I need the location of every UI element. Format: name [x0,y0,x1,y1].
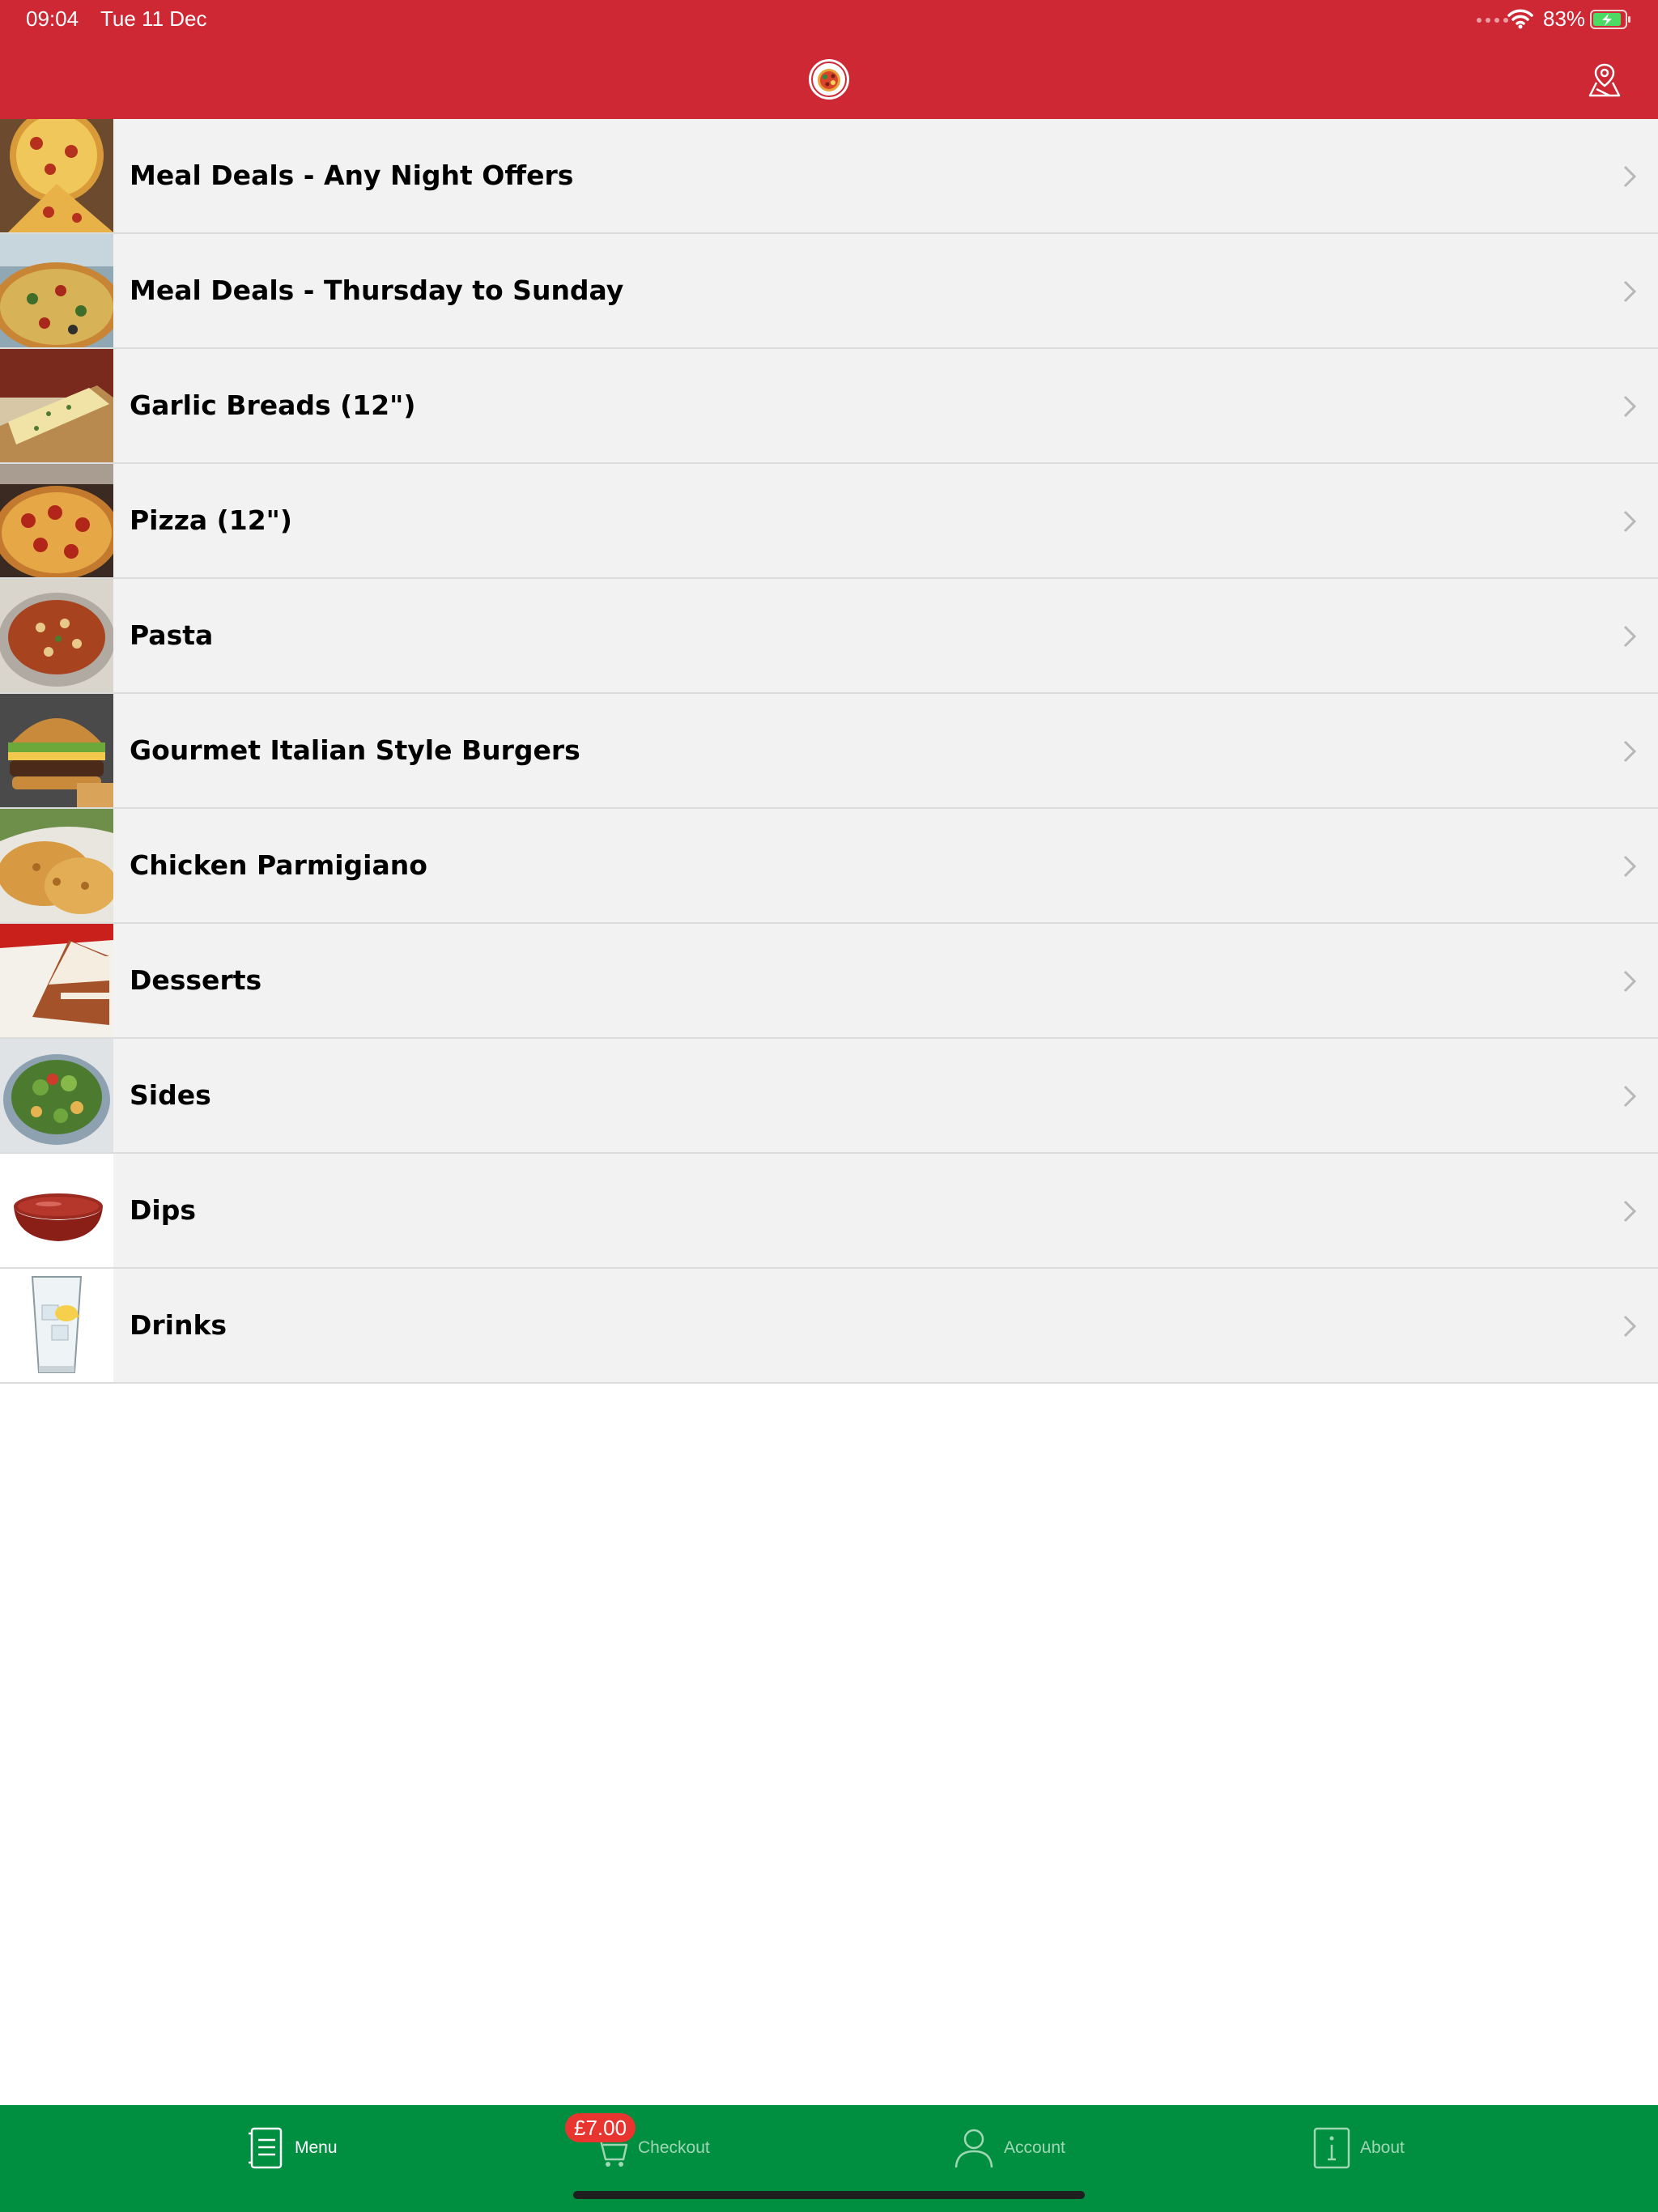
category-row[interactable]: Desserts [0,924,1658,1039]
category-row[interactable]: Dips [0,1154,1658,1269]
pizza-logo-icon [809,59,849,100]
burger-thumbnail [0,694,113,807]
signal-dots-icon [1477,18,1508,23]
status-date: Tue 11 Dec [100,6,207,31]
category-row[interactable]: Gourmet Italian Style Burgers [0,694,1658,809]
chevron-right-icon [1623,395,1637,418]
category-row[interactable]: Meal Deals - Any Night Offers [0,119,1658,234]
chevron-right-icon [1623,1085,1637,1108]
category-label: Gourmet Italian Style Burgers [130,734,580,766]
sides-thumbnail [0,1039,113,1152]
chevron-right-icon [1623,1315,1637,1338]
cart-total-badge: £7.00 [565,2113,636,2142]
category-row[interactable]: Drinks [0,1269,1658,1384]
category-label: Pizza (12") [130,504,292,536]
chevron-right-icon [1623,740,1637,763]
chevron-right-icon [1623,970,1637,993]
category-label: Chicken Parmigiano [130,849,427,881]
chevron-right-icon [1623,510,1637,533]
menu-category-list: Meal Deals - Any Night Offers Meal Deals… [0,119,1658,1384]
category-label: Sides [130,1079,211,1111]
status-time: 09:04 [26,6,79,31]
tab-label-about: About [1360,2138,1405,2157]
top-bar: 09:04 Tue 11 Dec 83% [0,0,1658,119]
chevron-right-icon [1623,165,1637,188]
garlic-bread-thumbnail [0,349,113,462]
category-row[interactable]: Chicken Parmigiano [0,809,1658,924]
pasta-thumbnail [0,579,113,692]
home-indicator[interactable] [573,2191,1085,2199]
category-label: Dips [130,1194,196,1226]
category-row[interactable]: Sides [0,1039,1658,1154]
category-label: Drinks [130,1309,227,1341]
tab-label-checkout: Checkout [638,2138,710,2157]
info-icon [1313,2127,1350,2169]
chevron-right-icon [1623,280,1637,303]
tab-label-menu: Menu [295,2138,338,2157]
category-label: Meal Deals - Any Night Offers [130,160,574,191]
drinks-thumbnail [0,1269,113,1382]
chevron-right-icon [1623,855,1637,878]
map-pin-icon[interactable] [1585,60,1624,99]
desserts-thumbnail [0,924,113,1037]
wifi-icon [1507,9,1533,29]
tab-label-account: Account [1004,2138,1065,2157]
dips-thumbnail [0,1154,113,1267]
category-row[interactable]: Pizza (12") [0,464,1658,579]
menu-icon [249,2127,283,2169]
category-label: Garlic Breads (12") [130,389,416,421]
meal-deals-weekend-thumbnail [0,234,113,347]
tab-menu[interactable]: Menu [248,2126,338,2170]
category-label: Desserts [130,964,262,996]
category-row[interactable]: Meal Deals - Thursday to Sunday [0,234,1658,349]
chevron-right-icon [1623,625,1637,648]
tab-about[interactable]: About [1313,2126,1405,2170]
category-row[interactable]: Garlic Breads (12") [0,349,1658,464]
category-row[interactable]: Pasta [0,579,1658,694]
pizza-thumbnail [0,464,113,577]
chevron-right-icon [1623,1200,1637,1223]
category-label: Pasta [130,619,214,651]
meal-deals-thumbnail [0,119,113,232]
category-label: Meal Deals - Thursday to Sunday [130,274,624,306]
battery-charging-icon [1590,10,1630,29]
chicken-parmigiano-thumbnail [0,809,113,922]
tab-account[interactable]: Account [954,2126,1065,2170]
user-icon [954,2129,993,2168]
battery-percentage: 83% [1543,6,1586,31]
